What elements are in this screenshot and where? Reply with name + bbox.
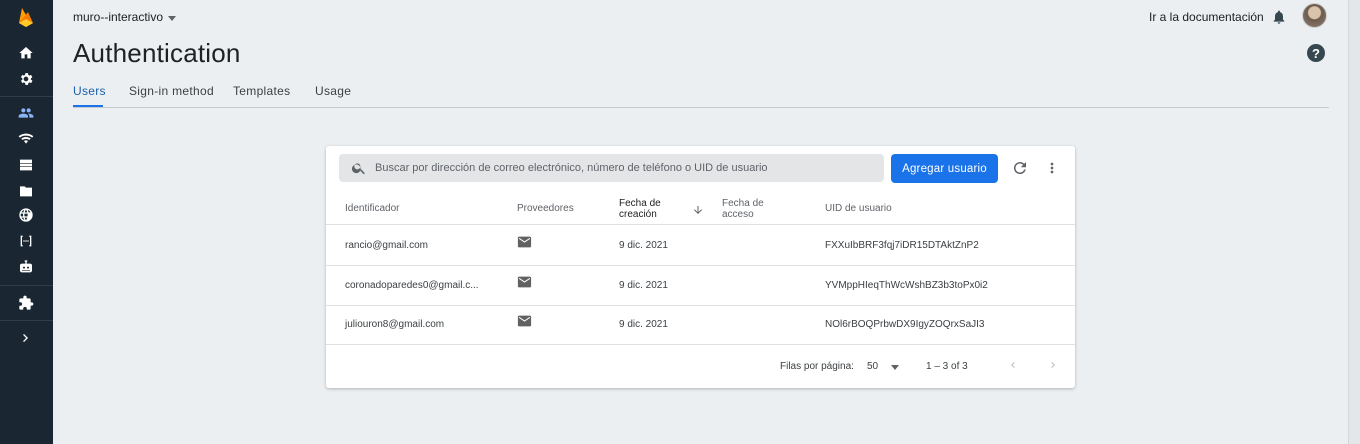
ml-icon[interactable]: [17, 258, 35, 276]
cell-uid: YVMppHIeqThWcWshBZ3b3toPx0i2: [825, 280, 988, 291]
column-header-signed-in[interactable]: Fecha de acceso: [722, 198, 764, 220]
cell-identifier: rancio@gmail.com: [345, 240, 428, 251]
pagination-bar: Filas por página: 50 1 – 3 of 3: [326, 343, 1075, 388]
chevron-down-icon[interactable]: [891, 365, 899, 370]
arrow-down-icon[interactable]: [692, 204, 704, 216]
database-icon[interactable]: [17, 156, 35, 174]
rows-per-page-label: Filas por página:: [780, 361, 854, 372]
docs-link[interactable]: Ir a la documentación: [1149, 10, 1264, 24]
mail-icon: [517, 315, 532, 327]
tab-usage[interactable]: Usage: [315, 84, 351, 98]
cell-created: 9 dic. 2021: [619, 240, 668, 251]
cell-created: 9 dic. 2021: [619, 319, 668, 330]
add-user-button[interactable]: Agregar usuario: [891, 154, 998, 183]
cell-identifier: coronadoparedes0@gmail.c...: [345, 280, 479, 291]
realtime-icon[interactable]: [17, 130, 35, 148]
search-bar[interactable]: [339, 154, 884, 182]
rail-divider: [0, 96, 53, 97]
table-row[interactable]: coronadoparedes0@gmail.c... 9 dic. 2021 …: [326, 266, 1075, 306]
table-row[interactable]: juliouron8@gmail.com 9 dic. 2021 NOl6rBO…: [326, 305, 1075, 345]
avatar[interactable]: [1302, 3, 1327, 28]
scrollbar[interactable]: [1348, 0, 1360, 444]
cell-uid: FXXuIbBRF3fqj7iDR15DTAktZnP2: [825, 240, 979, 251]
project-name: muro--interactivo: [73, 10, 164, 24]
tab-users[interactable]: Users: [73, 84, 106, 98]
rail-divider: [0, 320, 53, 321]
tab-templates[interactable]: Templates: [233, 84, 290, 98]
page-title: Authentication: [73, 38, 241, 68]
refresh-icon[interactable]: [1011, 159, 1029, 177]
table-header: Identificador Proveedores Fecha de creac…: [326, 193, 1075, 225]
cell-created: 9 dic. 2021: [619, 280, 668, 291]
search-input[interactable]: [375, 162, 875, 174]
rows-per-page-select[interactable]: 50: [867, 361, 878, 372]
column-header-created[interactable]: Fecha de creación: [619, 198, 661, 220]
users-icon[interactable]: [17, 104, 35, 122]
functions-icon[interactable]: [17, 232, 35, 250]
help-icon[interactable]: ?: [1307, 44, 1325, 62]
firebase-logo[interactable]: [16, 6, 36, 28]
mail-icon: [517, 236, 532, 248]
column-header-uid[interactable]: UID de usuario: [825, 203, 892, 214]
tab-bar: Users Sign-in method Templates Usage: [73, 83, 1329, 108]
table-row[interactable]: rancio@gmail.com 9 dic. 2021 FXXuIbBRF3f…: [326, 226, 1075, 266]
project-selector[interactable]: muro--interactivo: [73, 10, 177, 24]
pagination-range: 1 – 3 of 3: [926, 361, 968, 372]
column-header-identifier[interactable]: Identificador: [345, 203, 399, 214]
cell-identifier: juliouron8@gmail.com: [345, 319, 445, 330]
active-tab-indicator: [73, 105, 103, 107]
more-vert-icon[interactable]: [1044, 159, 1060, 177]
bell-icon[interactable]: [1271, 8, 1287, 26]
hosting-icon[interactable]: [17, 206, 35, 224]
expand-icon[interactable]: [17, 329, 35, 347]
search-icon: [351, 163, 365, 175]
mail-icon: [517, 276, 532, 288]
chevron-left-icon[interactable]: [1007, 357, 1019, 373]
settings-icon[interactable]: [17, 70, 35, 88]
left-nav-rail: [0, 0, 53, 444]
tab-sign-in-method[interactable]: Sign-in method: [129, 84, 214, 98]
column-header-providers[interactable]: Proveedores: [517, 203, 574, 214]
chevron-down-icon: [168, 15, 177, 21]
extensions-icon[interactable]: [17, 294, 35, 312]
users-card: Agregar usuario Identificador Proveedore…: [326, 146, 1075, 388]
chevron-right-icon[interactable]: [1047, 357, 1059, 373]
rail-divider: [0, 285, 53, 286]
home-icon[interactable]: [17, 44, 35, 62]
storage-icon[interactable]: [17, 182, 35, 200]
cell-uid: NOl6rBOQPrbwDX9IgyZOQrxSaJI3: [825, 319, 985, 330]
